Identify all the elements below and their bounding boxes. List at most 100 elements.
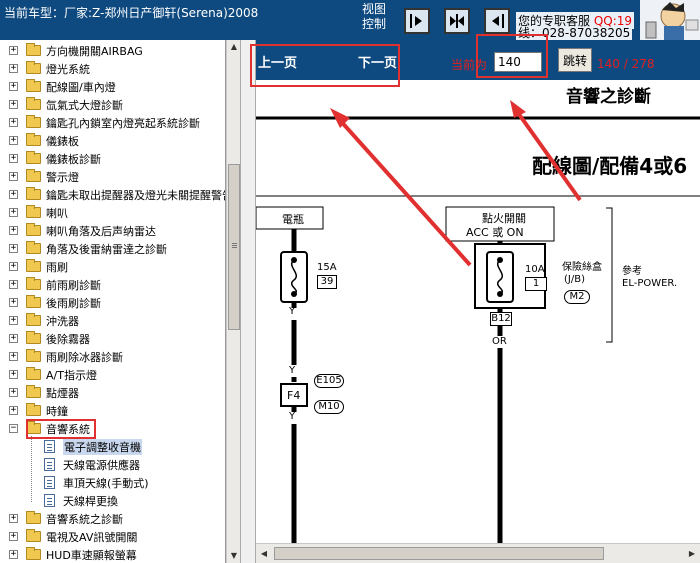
diagram-subtitle: 配線圖/配備4或6 — [532, 154, 688, 178]
split-view-button[interactable] — [444, 8, 470, 34]
folder-icon — [26, 187, 41, 200]
tree-folder-item[interactable]: + 燈光系統 — [0, 60, 225, 78]
tree-folder-item[interactable]: + 後雨刷診斷 — [0, 294, 225, 312]
wire-y1: Y — [289, 306, 296, 317]
expand-toggle-icon[interactable]: + — [9, 100, 18, 109]
expand-toggle-icon[interactable]: + — [9, 388, 18, 397]
expand-toggle-icon[interactable]: + — [9, 370, 18, 379]
tree-folder-item[interactable]: + 角落及後雷納雷達之診斷 — [0, 240, 225, 258]
expand-toggle-icon[interactable]: + — [9, 280, 18, 289]
expand-toggle-icon[interactable]: + — [9, 550, 18, 559]
panel-splitter[interactable] — [240, 40, 256, 563]
tree-folder-item[interactable]: + 儀錶板 — [0, 132, 225, 150]
folder-icon — [26, 385, 41, 398]
expand-toggle-icon[interactable]: + — [9, 190, 18, 199]
tree-item-label: 沖洗器 — [46, 315, 79, 328]
tree-folder-item[interactable]: + 喇叭角落及后声纳雷达 — [0, 222, 225, 240]
folder-icon — [26, 313, 41, 326]
ref-value: EL-POWER. — [622, 278, 678, 289]
expand-toggle-icon[interactable]: + — [9, 262, 18, 271]
expand-toggle-icon[interactable]: + — [9, 82, 18, 91]
tree-folder-item[interactable]: + 時鐘 — [0, 402, 225, 420]
tree-folder-item[interactable]: + 儀錶板診斷 — [0, 150, 225, 168]
tree-item-label: 儀錶板診斷 — [46, 153, 101, 166]
expand-toggle-icon[interactable]: + — [9, 172, 18, 181]
tree-item-label: 鑰匙孔內鎖室內燈亮起系統診斷 — [46, 117, 200, 130]
expand-toggle-icon[interactable]: + — [9, 154, 18, 163]
expand-toggle-icon[interactable]: + — [9, 298, 18, 307]
tree-child-item[interactable]: 電子調整收音機 — [0, 438, 225, 456]
scroll-right-arrow-icon[interactable]: ▶ — [684, 544, 700, 563]
tree-folder-item[interactable]: + 喇叭 — [0, 204, 225, 222]
expand-toggle-icon[interactable]: + — [9, 64, 18, 73]
tree-folder-item[interactable]: + 鑰匙未取出提醒器及燈光未關提醒警告 — [0, 186, 225, 204]
expand-left-button[interactable] — [484, 8, 510, 34]
folder-icon — [26, 79, 41, 92]
page-count: 140 / 278 — [597, 57, 655, 71]
tree-folder-item[interactable]: + HUD車速顯報螢幕 — [0, 546, 225, 563]
tree-folder-item[interactable]: + 前雨刷診斷 — [0, 276, 225, 294]
jump-button[interactable]: 跳转 — [558, 48, 592, 72]
folder-icon — [26, 331, 41, 344]
tree-folder-item[interactable]: + 雨刷 — [0, 258, 225, 276]
conn-e105: E105 — [314, 374, 344, 388]
tree-child-item[interactable]: 天線桿更換 — [0, 492, 225, 510]
tree-folder-item[interactable]: + 方向機開關AIRBAG — [0, 42, 225, 60]
conn-m10: M10 — [314, 400, 344, 414]
battery-label: 電瓶 — [282, 213, 304, 226]
fuse-box-connector: M2 — [564, 290, 590, 304]
tree-child-item[interactable]: 車頂天線(手動式) — [0, 474, 225, 492]
folder-icon — [26, 295, 41, 308]
tree-scroll-thumb[interactable] — [228, 164, 240, 330]
tree-item-label: 電子調整收音機 — [63, 439, 142, 455]
tree-folder-item[interactable]: + 點煙器 — [0, 384, 225, 402]
expand-toggle-icon[interactable]: + — [9, 226, 18, 235]
expand-toggle-icon[interactable]: + — [9, 46, 18, 55]
expand-toggle-icon[interactable]: + — [9, 316, 18, 325]
folder-icon — [26, 367, 41, 380]
expand-toggle-icon[interactable]: + — [9, 352, 18, 361]
tree-folder-item[interactable]: + 音響系統之診斷 — [0, 510, 225, 528]
highlight-tree-item — [26, 419, 96, 439]
tree-folder-item[interactable]: + 後除霧器 — [0, 330, 225, 348]
folder-icon — [26, 169, 41, 182]
expand-toggle-icon[interactable]: + — [9, 136, 18, 145]
folder-icon — [26, 349, 41, 362]
tree-folder-item[interactable]: + A/T指示燈 — [0, 366, 225, 384]
expand-toggle-icon[interactable]: + — [9, 118, 18, 127]
tree-folder-item[interactable]: + 沖洗器 — [0, 312, 225, 330]
document-icon — [44, 458, 55, 471]
expand-toggle-icon[interactable]: + — [9, 208, 18, 217]
tree-folder-item[interactable]: + 配線圖/車內燈 — [0, 78, 225, 96]
tree-child-item[interactable]: 天線電源供應器 — [0, 456, 225, 474]
expand-toggle-icon[interactable]: + — [9, 406, 18, 415]
scroll-up-arrow-icon[interactable]: ▲ — [227, 40, 241, 54]
tree-connector-line — [31, 436, 32, 502]
tree-folder-item[interactable]: + 雨刷除冰器診斷 — [0, 348, 225, 366]
expand-toggle-icon[interactable]: + — [9, 532, 18, 541]
tree-folder-item[interactable]: + 警示燈 — [0, 168, 225, 186]
expand-toggle-icon[interactable]: + — [9, 514, 18, 523]
diagram-hscrollbar[interactable]: ◀ ▶ — [256, 543, 700, 563]
tree-folder-item[interactable]: + 鑰匙孔內鎖室內燈亮起系統診斷 — [0, 114, 225, 132]
tree-item-label: 點煙器 — [46, 387, 79, 400]
tree-folder-item[interactable]: + 電視及AV訊號開關 — [0, 528, 225, 546]
expand-toggle-icon[interactable]: + — [9, 244, 18, 253]
collapse-toggle-icon[interactable]: − — [9, 424, 18, 433]
hscroll-thumb[interactable] — [274, 547, 604, 560]
view-control-label: 视图 控制 — [362, 2, 387, 31]
folder-icon — [26, 115, 41, 128]
expand-left-icon — [492, 14, 504, 28]
tree-item-label: 後除霧器 — [46, 333, 90, 346]
document-icon — [44, 494, 55, 507]
tree-scrollbar[interactable]: ▲ ▼ — [226, 40, 241, 563]
tree-folder-item[interactable]: + 氙氣式大燈診斷 — [0, 96, 225, 114]
folder-icon — [26, 223, 41, 236]
mascot-icon — [645, 2, 699, 40]
diagram-title: 音響之診斷 — [566, 87, 651, 107]
scroll-left-arrow-icon[interactable]: ◀ — [256, 544, 272, 563]
expand-toggle-icon[interactable]: + — [9, 334, 18, 343]
scroll-down-arrow-icon[interactable]: ▼ — [227, 549, 241, 563]
folder-icon — [26, 133, 41, 146]
expand-right-button[interactable] — [404, 8, 430, 34]
